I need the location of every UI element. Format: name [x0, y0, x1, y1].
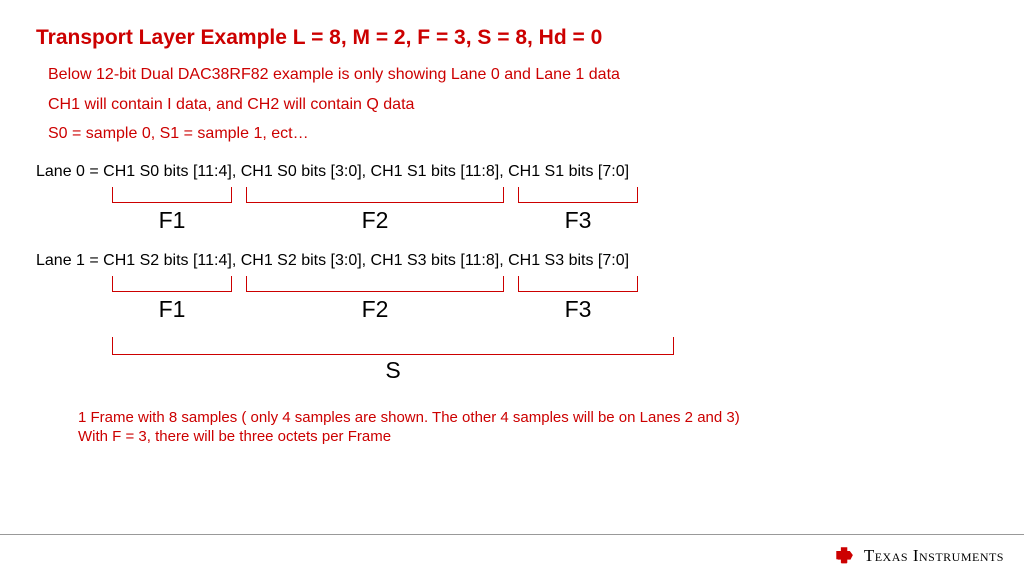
lane1-f2-label: F2: [362, 296, 389, 323]
lane0-f3-label: F3: [565, 207, 592, 234]
brand-text: Texas Instruments: [864, 546, 1004, 566]
lane1-f1-group: F1: [112, 276, 232, 323]
lane0-f2-bracket: [246, 187, 504, 203]
lane0-f2-group: F2: [246, 187, 504, 234]
lane0-f1-group: F1: [112, 187, 232, 234]
lane1-f2-bracket: [246, 276, 504, 292]
lane0-f2-label: F2: [362, 207, 389, 234]
lane0-brackets: F1 F2 F3: [112, 187, 988, 234]
lane1-f1-bracket: [112, 276, 232, 292]
subtitle-line-1: Below 12-bit Dual DAC38RF82 example is o…: [48, 64, 988, 86]
slide: Transport Layer Example L = 8, M = 2, F …: [0, 0, 1024, 576]
subtitle-line-3: S0 = sample 0, S1 = sample 1, ect…: [48, 123, 988, 145]
title-leading: Transport Layer Example: [36, 26, 293, 49]
s-group: S: [112, 337, 674, 384]
lane1-text: Lane 1 = CH1 S2 bits [11:4], CH1 S2 bits…: [36, 252, 988, 270]
ti-logo-icon: [834, 545, 856, 567]
lane1-brackets: F1 F2 F3: [112, 276, 988, 323]
lane0-f3-group: F3: [518, 187, 638, 234]
footer: Texas Instruments: [0, 534, 1024, 576]
lane0-text: Lane 0 = CH1 S0 bits [11:4], CH1 S0 bits…: [36, 163, 988, 181]
lane0-f1-label: F1: [159, 207, 186, 234]
note-line-1: 1 Frame with 8 samples ( only 4 samples …: [78, 408, 988, 428]
slide-title: Transport Layer Example L = 8, M = 2, F …: [36, 26, 988, 50]
subtitle-line-2: CH1 will contain I data, and CH2 will co…: [48, 94, 988, 116]
notes: 1 Frame with 8 samples ( only 4 samples …: [78, 408, 988, 447]
lane1-f2-group: F2: [246, 276, 504, 323]
lane0-f3-bracket: [518, 187, 638, 203]
s-bracket: [112, 337, 674, 355]
lane1-f3-label: F3: [565, 296, 592, 323]
lane1-f3-group: F3: [518, 276, 638, 323]
lane0-f1-bracket: [112, 187, 232, 203]
s-label: S: [385, 357, 400, 384]
lane1-f3-bracket: [518, 276, 638, 292]
title-params: L = 8, M = 2, F = 3, S = 8, Hd = 0: [293, 26, 603, 49]
note-line-2: With F = 3, there will be three octets p…: [78, 427, 988, 447]
lane1-f1-label: F1: [159, 296, 186, 323]
